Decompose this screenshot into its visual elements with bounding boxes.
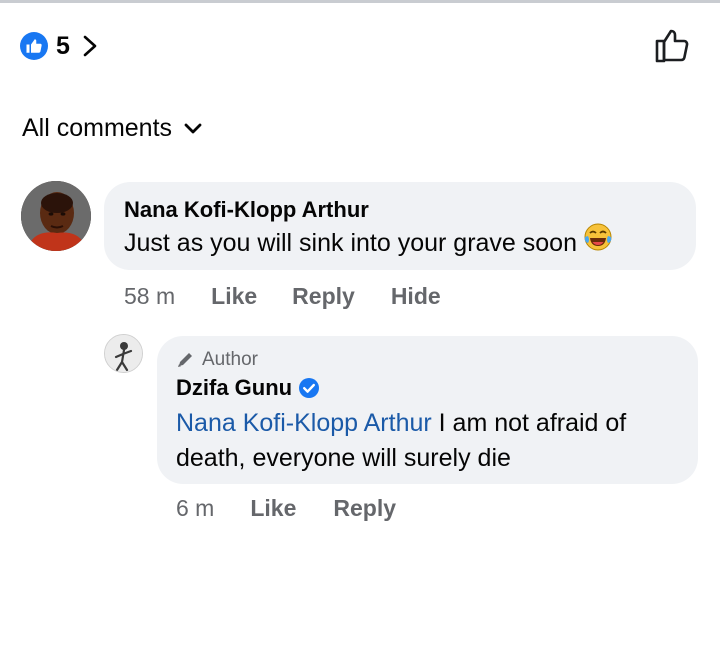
comment-actions: 6 m Like Reply xyxy=(176,495,396,522)
hide-action-button[interactable]: Hide xyxy=(391,283,441,310)
tears-of-joy-emoji-icon xyxy=(583,222,613,262)
avatar[interactable] xyxy=(21,181,91,251)
comment-bubble: Nana Kofi-Klopp Arthur Just as you will … xyxy=(104,182,696,270)
sort-label: All comments xyxy=(22,114,173,142)
chevron-down-icon xyxy=(184,123,202,135)
reaction-count: 5 xyxy=(56,31,70,60)
reply-action-button[interactable]: Reply xyxy=(333,495,396,522)
comment-timestamp: 58 m xyxy=(124,283,176,309)
comment-actions: 58 m Like Reply Hide xyxy=(124,283,441,310)
author-badge: Author xyxy=(176,349,678,371)
avatar[interactable] xyxy=(104,334,143,373)
top-divider xyxy=(0,0,720,3)
thumbs-up-outline-icon xyxy=(652,29,694,70)
verified-badge-icon xyxy=(298,377,320,399)
like-action-button[interactable]: Like xyxy=(250,495,296,522)
comment-author[interactable]: Nana Kofi-Klopp Arthur xyxy=(124,197,676,223)
like-action-button[interactable]: Like xyxy=(211,283,257,310)
author-badge-label: Author xyxy=(202,349,258,370)
comment-author[interactable]: Dzifa Gunu xyxy=(176,375,678,401)
like-button[interactable] xyxy=(652,24,694,66)
comment-sort-dropdown[interactable]: All comments xyxy=(22,114,202,143)
comment-text: Just as you will sink into your grave so… xyxy=(124,223,676,262)
comment-timestamp: 6 m xyxy=(176,495,215,521)
like-reaction-icon xyxy=(20,32,48,60)
comment-text: Nana Kofi-Klopp Arthur I am not afraid o… xyxy=(176,409,627,472)
chevron-right-icon xyxy=(82,34,98,58)
mention-link[interactable]: Nana Kofi-Klopp Arthur xyxy=(176,409,432,437)
reply-bubble: Author Dzifa Gunu Nana Kofi-Klopp Arthur… xyxy=(157,336,698,484)
reaction-summary[interactable]: 5 xyxy=(20,27,98,65)
pencil-icon xyxy=(176,351,196,369)
reply-action-button[interactable]: Reply xyxy=(292,283,355,310)
